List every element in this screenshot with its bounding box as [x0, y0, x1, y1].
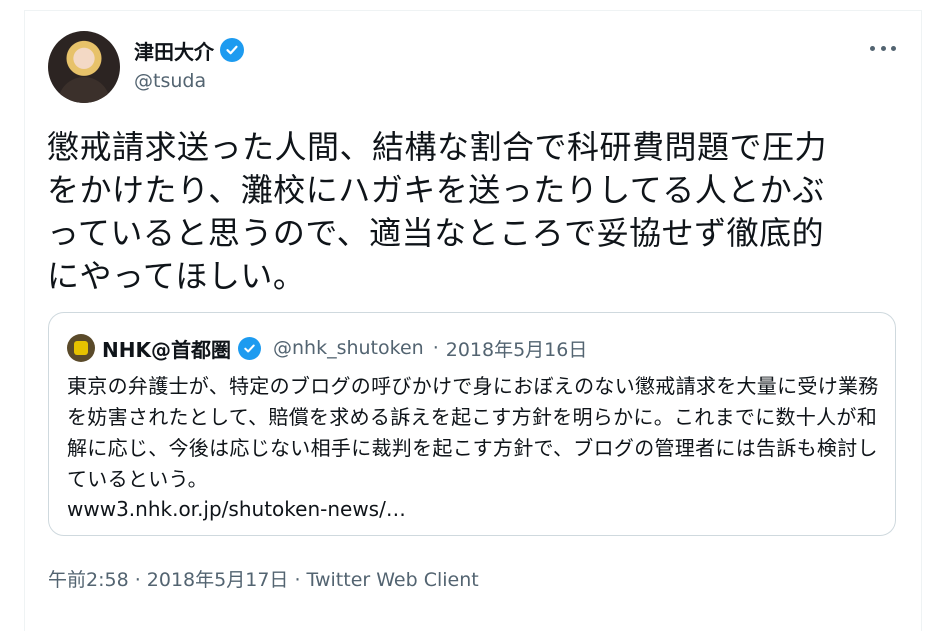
author-handle[interactable]: @tsuda: [134, 70, 206, 92]
author-name[interactable]: 津田大介: [134, 36, 214, 65]
quoted-date: 2018年5月16日: [445, 338, 588, 361]
tweet-text: 懲戒請求送った人間、結構な割合で科研費問題で圧力 をかけたり、灘校にハガキを送っ…: [47, 128, 828, 295]
verified-icon: [237, 336, 261, 360]
avatar[interactable]: [48, 31, 120, 103]
verified-icon: [220, 38, 244, 62]
quoted-author-name: NHK@首都圏: [102, 337, 231, 362]
author-row: 津田大介: [134, 36, 244, 65]
quoted-tweet-text: 東京の弁護士が、特定のブログの呼びかけで身におぼえのない懲戒請求を大量に受け業務…: [67, 374, 879, 491]
tweet-timestamp[interactable]: 午前2:58 · 2018年5月17日 · Twitter Web Client: [48, 565, 479, 592]
quoted-link[interactable]: www3.nhk.or.jp/shutoken-news/…: [67, 495, 406, 523]
meta-separator: ·: [432, 337, 439, 359]
quoted-handle: @nhk_shutoken: [272, 337, 424, 359]
quoted-avatar: [67, 334, 95, 362]
quoted-tweet-header: NHK@首都圏 @nhk_shutoken · 2018年5月16日: [67, 334, 588, 362]
quoted-tweet[interactable]: NHK@首都圏 @nhk_shutoken · 2018年5月16日 東京の弁護…: [48, 312, 896, 536]
more-icon[interactable]: [870, 38, 896, 58]
